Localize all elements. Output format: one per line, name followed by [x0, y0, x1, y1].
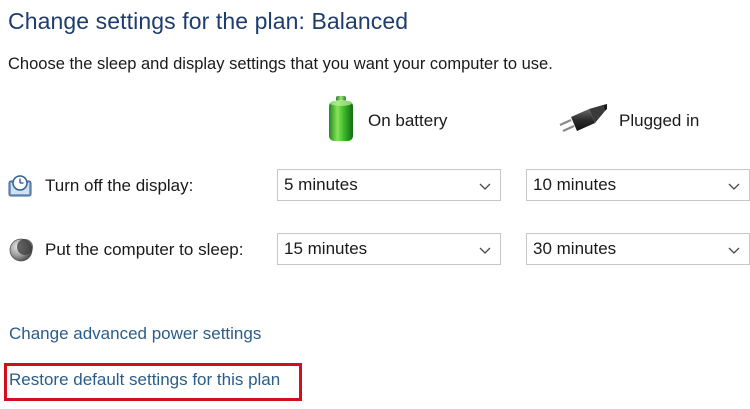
sleep-on-battery-dropdown[interactable]: 15 minutes: [277, 233, 501, 265]
display-timer-icon: [8, 173, 34, 199]
change-advanced-power-settings-link[interactable]: Change advanced power settings: [9, 324, 261, 344]
row-put-computer-to-sleep: Put the computer to sleep:: [8, 234, 243, 266]
dropdown-value: 30 minutes: [533, 239, 617, 258]
chevron-down-icon: [479, 247, 491, 254]
sleep-moon-icon: [8, 237, 34, 263]
row-turn-off-display: Turn off the display:: [8, 170, 193, 202]
column-header-on-battery: On battery: [326, 95, 448, 148]
dropdown-value: 10 minutes: [533, 175, 617, 194]
restore-default-settings-link[interactable]: Restore default settings for this plan: [9, 370, 280, 390]
chevron-down-icon: [479, 183, 491, 190]
page-description: Choose the sleep and display settings th…: [8, 55, 553, 73]
chevron-down-icon: [728, 247, 740, 254]
dropdown-value: 15 minutes: [284, 239, 368, 258]
row-label-turn-off-display: Turn off the display:: [45, 176, 194, 195]
power-plug-icon: [557, 101, 607, 142]
row-label-put-computer-to-sleep: Put the computer to sleep:: [45, 240, 244, 259]
dropdown-value: 5 minutes: [284, 175, 358, 194]
display-off-plugged-in-dropdown[interactable]: 10 minutes: [526, 169, 750, 201]
chevron-down-icon: [728, 183, 740, 190]
column-label-plugged-in: Plugged in: [619, 111, 700, 130]
page-title: Change settings for the plan: Balanced: [8, 8, 409, 34]
column-label-on-battery: On battery: [368, 111, 448, 130]
battery-icon: [326, 95, 356, 148]
display-off-on-battery-dropdown[interactable]: 5 minutes: [277, 169, 501, 201]
column-header-plugged-in: Plugged in: [557, 96, 699, 146]
sleep-plugged-in-dropdown[interactable]: 30 minutes: [526, 233, 750, 265]
